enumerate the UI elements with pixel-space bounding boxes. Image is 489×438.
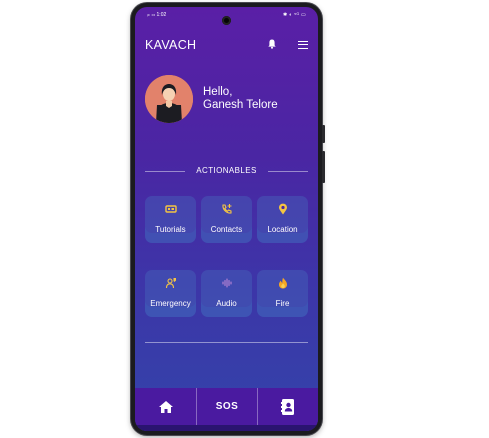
tile-label: Tutorials (155, 225, 186, 234)
tile-label: Contacts (210, 225, 243, 234)
status-icons: ✱ ◐ ⁵ᴳ ▭ (282, 12, 306, 18)
tile-contacts[interactable]: Contacts (201, 196, 252, 243)
sos-label: SOS (215, 401, 239, 412)
bottom-navbar: SOS (135, 388, 318, 431)
tile-location[interactable]: Location (257, 196, 308, 243)
nav-contacts[interactable] (258, 388, 318, 425)
bottom-divider (145, 342, 308, 343)
audio-wave-icon (222, 278, 231, 288)
fire-icon (278, 277, 287, 289)
divider-line-right (268, 171, 308, 172)
location-pin-icon (278, 203, 287, 215)
system-gesture-bar (135, 425, 318, 431)
greeting-hello: Hello, (203, 86, 233, 98)
bell-icon[interactable] (267, 38, 277, 50)
power-button (322, 125, 325, 143)
app-title: KAVACH (145, 38, 197, 52)
status-time: ᵢₗₗ ₊ₗₗ 1:02 (147, 12, 167, 18)
phone-frame: ᵢₗₗ ₊ₗₗ 1:02 ✱ ◐ ⁵ᴳ ▭ KAVACH Hello, Gane… (131, 3, 325, 435)
tile-label: Audio (216, 299, 237, 308)
app-screen: ᵢₗₗ ₊ₗₗ 1:02 ✱ ◐ ⁵ᴳ ▭ KAVACH Hello, Gane… (135, 7, 318, 431)
tile-tutorials[interactable]: Tutorials (145, 196, 196, 243)
emergency-icon (165, 278, 176, 289)
volume-button (322, 151, 325, 183)
tile-emergency[interactable]: Emergency (145, 270, 196, 317)
tutorial-icon (164, 205, 177, 213)
user-name: Ganesh Telore (203, 99, 278, 111)
app-header: KAVACH (135, 35, 318, 55)
front-camera (222, 16, 231, 25)
nav-sos[interactable]: SOS (197, 388, 257, 425)
greeting: Hello, Ganesh Telore (203, 86, 278, 112)
tile-label: Fire (275, 299, 290, 308)
hamburger-menu-icon[interactable] (298, 41, 308, 49)
nav-home[interactable] (135, 388, 196, 425)
phone-add-icon (221, 204, 232, 214)
section-divider: ACTIONABLES (145, 165, 308, 177)
home-icon (158, 400, 173, 413)
user-avatar[interactable] (145, 75, 193, 123)
contact-book-icon (281, 398, 294, 415)
tile-audio[interactable]: Audio (201, 270, 252, 317)
tile-label: Emergency (150, 299, 191, 308)
tile-label: Location (267, 225, 298, 234)
tile-fire[interactable]: Fire (257, 270, 308, 317)
